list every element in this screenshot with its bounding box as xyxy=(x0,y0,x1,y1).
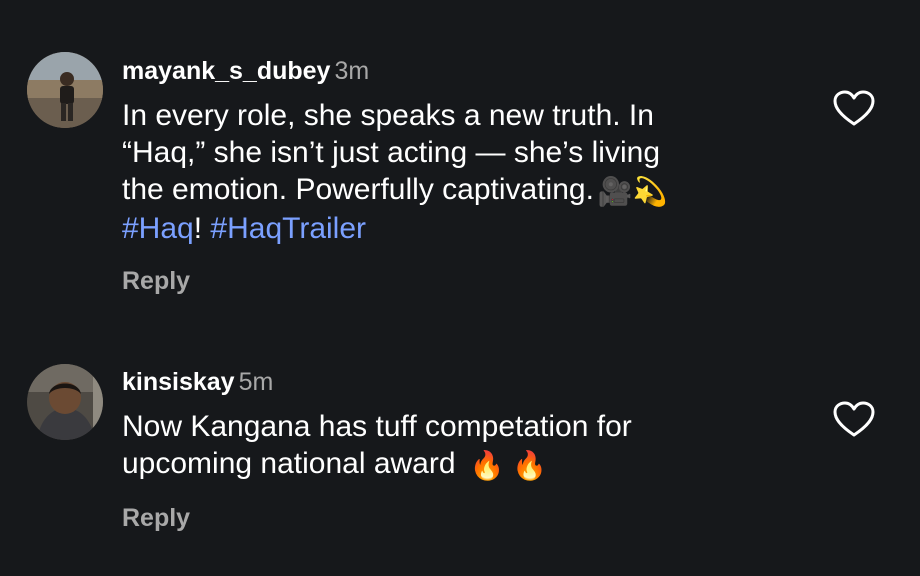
timestamp: 5m xyxy=(238,368,274,396)
comment-line: upcoming national award 🔥 🔥 xyxy=(122,445,782,484)
comment-header: kinsiskay 5m xyxy=(122,368,273,397)
comment-line: Now Kangana has tuff competation for xyxy=(122,410,632,443)
avatar[interactable] xyxy=(27,52,103,128)
heart-outline-icon[interactable] xyxy=(833,401,875,439)
avatar[interactable] xyxy=(27,364,103,440)
comment-line: In every role, she speaks a new truth. I… xyxy=(122,99,654,132)
camera-star-emoji-icon: 🎥💫 xyxy=(597,176,668,207)
comment-line-text: upcoming national award xyxy=(122,447,456,480)
comment-header: mayank_s_dubey 3m xyxy=(122,57,369,86)
reply-button[interactable]: Reply xyxy=(122,267,190,296)
heart-outline-icon[interactable] xyxy=(833,90,875,128)
comment-line: the emotion. Powerfully captivating. 🎥💫 xyxy=(122,171,782,210)
hashtag-link[interactable]: #HaqTrailer xyxy=(210,212,366,245)
comment-line-text: the emotion. Powerfully captivating. xyxy=(122,173,594,206)
hashtag-separator: ! xyxy=(193,212,203,245)
comments-section: mayank_s_dubey 3m In every role, she spea… xyxy=(0,0,920,576)
username[interactable]: mayank_s_dubey xyxy=(122,57,330,85)
hashtag-link[interactable]: #Haq xyxy=(122,212,194,245)
username[interactable]: kinsiskay xyxy=(122,368,235,396)
comment-text: Now Kangana has tuff competation for upc… xyxy=(122,408,782,484)
hashtag-line: #Haq! #HaqTrailer xyxy=(122,210,782,247)
comment-text: In every role, she speaks a new truth. I… xyxy=(122,97,782,247)
timestamp: 3m xyxy=(334,57,370,85)
comment-line: “Haq,” she isn’t just acting — she’s liv… xyxy=(122,136,661,169)
reply-button[interactable]: Reply xyxy=(122,504,190,533)
fire-emoji-icon: 🔥 🔥 xyxy=(469,450,548,481)
